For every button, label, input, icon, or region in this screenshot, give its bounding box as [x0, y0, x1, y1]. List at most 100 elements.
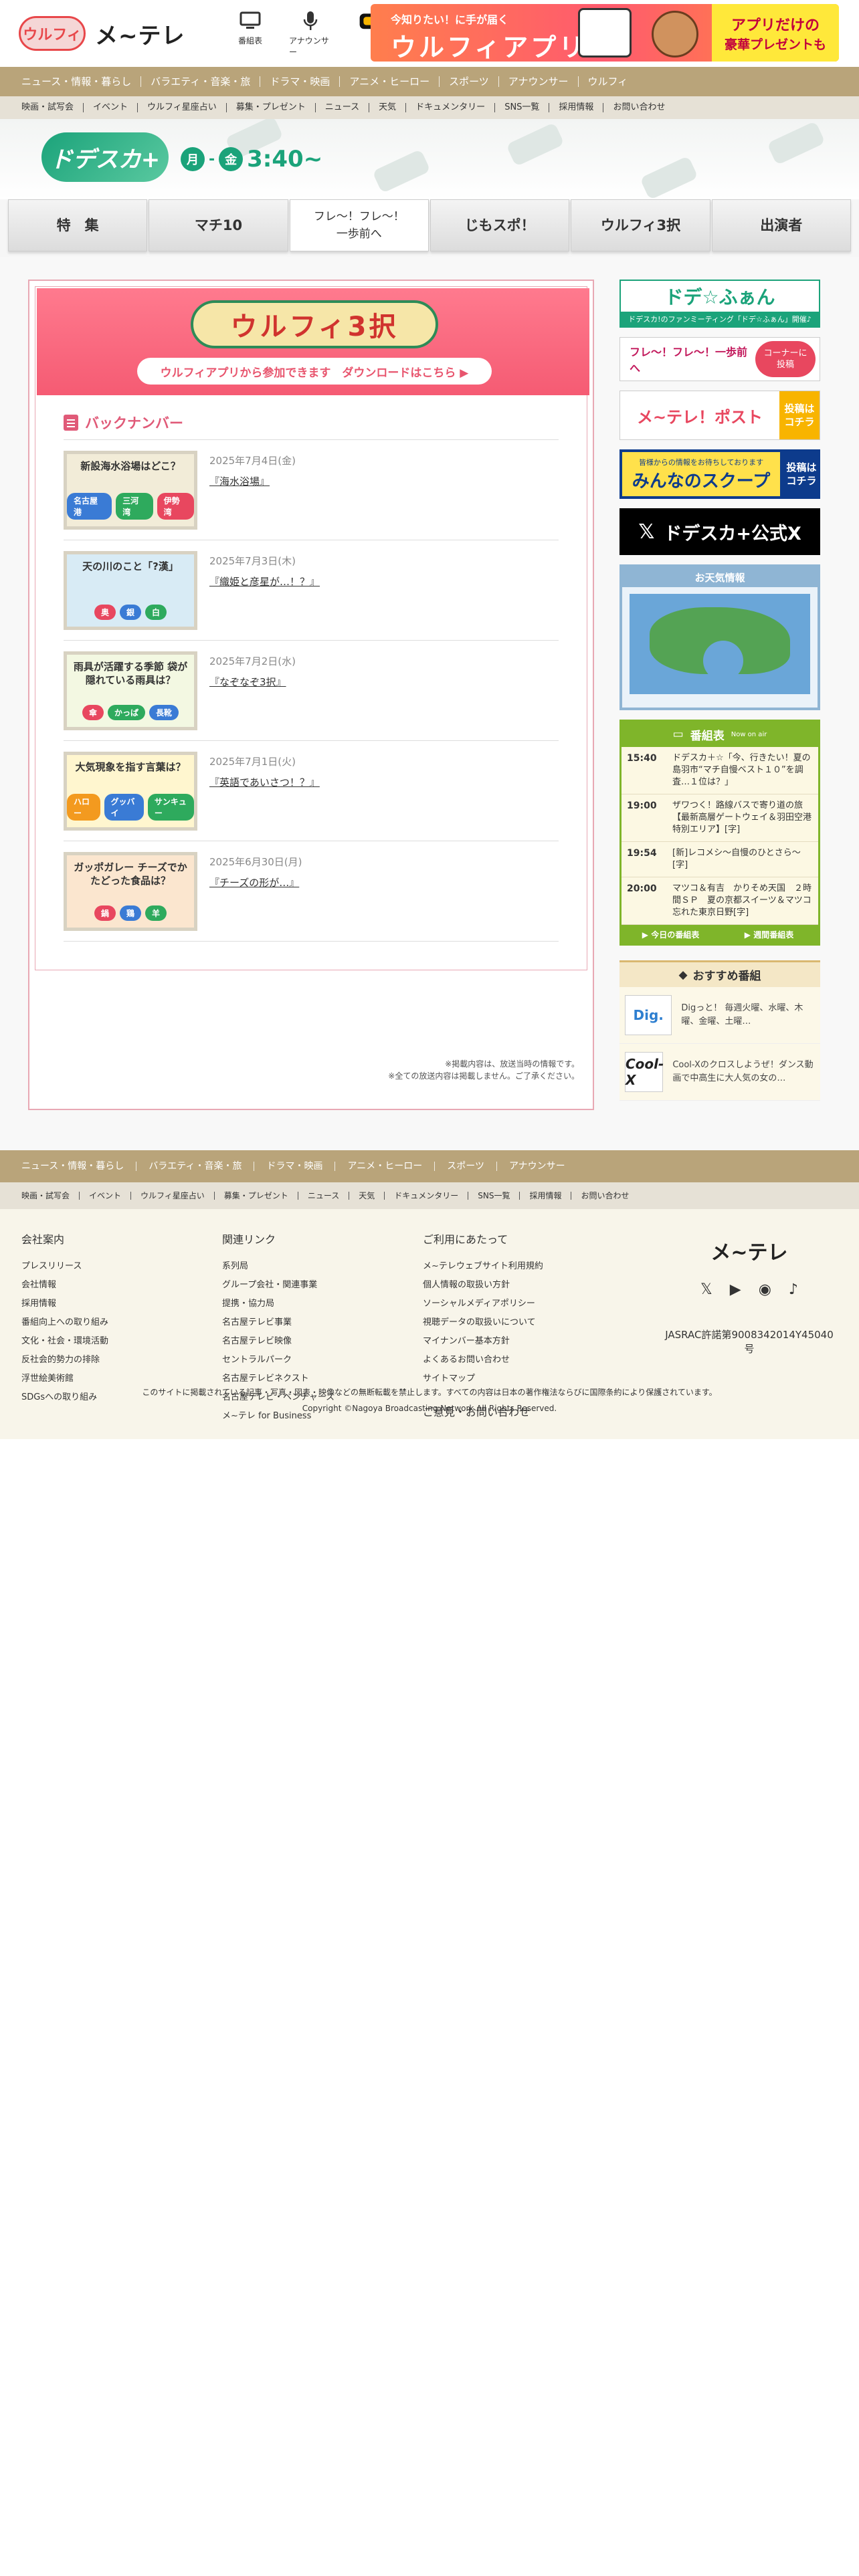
backnumber-title-link[interactable]: 『織姫と彦星が…！？』	[209, 574, 320, 588]
footer-link[interactable]: 個人情報の取扱い方針	[423, 1276, 624, 1295]
youtube-icon[interactable]: ▶	[730, 1281, 741, 1298]
program-logo[interactable]: ドデスカ+	[41, 132, 169, 182]
footer-link[interactable]: メ~テレウェブサイト利用規約	[423, 1257, 624, 1276]
backnumber-item[interactable]: 天の川のこと「?漢」奥銀白 2025年7月3日(木) 『織姫と彦星が…！？』	[64, 540, 559, 641]
nav-item-sports[interactable]: スポーツ	[440, 76, 499, 87]
footer-link[interactable]: よくあるお問い合わせ	[423, 1351, 624, 1370]
footer-subnav-item[interactable]: ニュース	[298, 1192, 350, 1200]
footer-link[interactable]: 提携・協力局	[222, 1295, 423, 1313]
backnumber-title-link[interactable]: 『チーズの形が…』	[209, 875, 302, 889]
nav-item-variety[interactable]: バラエティ・音楽・旅	[141, 76, 261, 87]
tab-fure-fure[interactable]: フレ～！フレ～！ 一歩前へ	[289, 199, 429, 251]
x-account-banner[interactable]: 𝕏 ドデスカ+公式X	[619, 508, 820, 555]
footer-link[interactable]: グループ会社・関連事業	[222, 1276, 423, 1295]
footer-link[interactable]: 採用情報	[21, 1295, 222, 1313]
announcer-link[interactable]: アナウンサー	[289, 9, 332, 58]
backnumber-thumbnail[interactable]: 新設海水浴場はどこ？ 名古屋港 三河湾 伊勢湾	[64, 451, 197, 530]
download-cta[interactable]: ウルフィアプリから参加できます ダウンロードはこちら ▶	[137, 358, 492, 385]
subnav-item-sns[interactable]: SNS一覧	[495, 103, 550, 112]
footer-link[interactable]: マイナンバー基本方針	[423, 1332, 624, 1351]
footer-subnav-item[interactable]: 天気	[349, 1192, 385, 1200]
subnav-item-event[interactable]: イベント	[84, 103, 138, 112]
footer-link[interactable]: セントラルパーク	[222, 1351, 423, 1370]
schedule-row[interactable]: 19:00 ザワつく！路線バスで寄り道の旅【最新高層ゲートウェイ＆羽田空港 特別エ…	[622, 794, 818, 842]
footer-nav-item[interactable]: バラエティ・音楽・旅	[136, 1162, 255, 1171]
recommend-item[interactable]: Cool-X Cool-Xのクロスしようぜ！ダンス動画で中高生に大人気の女の…	[619, 1044, 820, 1101]
footer-link[interactable]: 名古屋テレビ事業	[222, 1313, 423, 1332]
backnumber-item[interactable]: 大気現象を指す言葉は？ ハロー グッバイ サンキュー 2025年7月1日(火) 『英語であ…	[64, 741, 559, 841]
footer-subnav-item[interactable]: ウルフィ星座占い	[131, 1192, 215, 1200]
site-logo[interactable]: ウルフィ メ~テレ	[19, 16, 213, 51]
backnumber-title-link[interactable]: 『海水浴場』	[209, 474, 296, 488]
subnav-item-horoscope[interactable]: ウルフィ星座占い	[138, 103, 227, 112]
recommend-text: Digっと！ 毎週火曜、水曜、木曜、金曜、土曜…	[681, 1003, 803, 1027]
backnumber-thumbnail[interactable]: 雨具が活躍する季節 袋が隠れている雨具は？ 傘かっぱ 長靴	[64, 651, 197, 730]
line-icon[interactable]: ◉	[759, 1281, 771, 1298]
backnumber-item[interactable]: 新設海水浴場はどこ？ 名古屋港 三河湾 伊勢湾 2025年7月4日(金) 『海水浴場』	[64, 440, 559, 540]
subnav-item-documentary[interactable]: ドキュメンタリー	[406, 103, 496, 112]
recommend-item[interactable]: Dig. Digっと！ 毎週火曜、水曜、木曜、金曜、土曜…	[619, 987, 820, 1044]
backnumber-item[interactable]: ガッポガレー チーズでかたどった食品は？ 鍋鶏羊 2025年6月30日(月) 『チーズ…	[64, 841, 559, 942]
subnav-item-contact[interactable]: お問い合わせ	[603, 103, 674, 112]
nav-item-drama[interactable]: ドラマ・映画	[260, 76, 341, 87]
footer-link[interactable]: 反社会的勢力の排除	[21, 1351, 222, 1370]
tiktok-icon[interactable]: ♪	[789, 1281, 798, 1298]
footer-subnav-item[interactable]: ドキュメンタリー	[385, 1192, 469, 1200]
footer-nav-item[interactable]: アニメ・ヒーロー	[335, 1162, 436, 1171]
subnav-item-movie[interactable]: 映画・試写会	[21, 103, 84, 112]
dodesu-fan-banner[interactable]: ドデ☆ふぁん ドデスカ!のファンミーティング「ドデ☆ふぁん」開催♪	[619, 280, 820, 328]
footer-link[interactable]: ソーシャルメディアポリシー	[423, 1295, 624, 1313]
footer-subnav-item[interactable]: 映画・試写会	[21, 1192, 80, 1200]
footer-subnav-item[interactable]: イベント	[80, 1192, 132, 1200]
footer-link[interactable]: 視聴データの取扱いについて	[423, 1313, 624, 1332]
minna-scoop-banner[interactable]: 皆様からの情報をお待ちしております みんなのスクープ 投稿は コチラ	[619, 449, 820, 499]
app-banner[interactable]: 今知りたい！に手が届く ウルフィアプリ アプリだけの 豪華プレゼントも	[371, 4, 839, 62]
subnav-item-news[interactable]: ニュース	[316, 103, 370, 112]
weather-widget[interactable]: お天気情報	[619, 564, 820, 710]
nav-item-anime[interactable]: アニメ・ヒーロー	[340, 76, 440, 87]
footer-link[interactable]: 系列局	[222, 1257, 423, 1276]
tab-jimosupo[interactable]: じもスポ！	[430, 199, 570, 251]
nav-item-announcer[interactable]: アナウンサー	[499, 76, 579, 87]
tab-wolfy-3choice[interactable]: ウルフィ3択	[571, 199, 710, 251]
footer-link[interactable]: プレスリリース	[21, 1257, 222, 1276]
tab-cast[interactable]: 出演者	[711, 199, 851, 251]
today-schedule-link[interactable]: ▶ 今日の番組表	[622, 925, 720, 944]
backnumber-thumbnail[interactable]: 大気現象を指す言葉は？ ハロー グッバイ サンキュー	[64, 752, 197, 831]
footer-link[interactable]: 名古屋テレビ映像	[222, 1332, 423, 1351]
wolfy-3choice-banner[interactable]: ウルフィ3択 ウルフィアプリから参加できます ダウンロードはこちら ▶	[37, 288, 589, 395]
footer-link[interactable]: 文化・社会・環境活動	[21, 1332, 222, 1351]
footer-nav-item[interactable]: ニュース・情報・暮らし	[21, 1162, 137, 1171]
footer-subnav-item[interactable]: SNS一覧	[468, 1192, 520, 1200]
schedule-row[interactable]: 20:00 マツコ＆有吉 かりそめ天国 ２時間ＳＰ 夏の京都スイーツ＆マツコ忘れた…	[622, 877, 818, 925]
tab-machi10[interactable]: マチ10	[149, 199, 288, 251]
footer-subnav-item[interactable]: 募集・プレゼント	[215, 1192, 298, 1200]
subnav-item-weather[interactable]: 天気	[369, 103, 407, 112]
footer-link[interactable]: 会社情報	[21, 1276, 222, 1295]
weekly-schedule-link[interactable]: ▶ 週間番組表	[720, 925, 818, 944]
backnumber-thumbnail[interactable]: 天の川のこと「?漢」奥銀白	[64, 551, 197, 630]
nav-item-news[interactable]: ニュース・情報・暮らし	[21, 76, 142, 87]
backnumber-title-link[interactable]: 『英語であいさつ！？』	[209, 775, 320, 789]
program-guide-link[interactable]: 番組表	[229, 9, 272, 58]
schedule-row[interactable]: 15:40 ドデスカ＋☆「今、行きたい！夏の島羽市“マチ自慢ベスト１０”を調査…１…	[622, 747, 818, 794]
page-blank-area	[0, 1439, 859, 2504]
backnumber-thumbnail[interactable]: ガッポガレー チーズでかたどった食品は？ 鍋鶏羊	[64, 852, 197, 931]
footer-subnav-item[interactable]: お問い合わせ	[571, 1192, 638, 1200]
footer-nav-item[interactable]: アナウンサー	[497, 1162, 577, 1171]
subnav-item-present[interactable]: 募集・プレゼント	[227, 103, 316, 112]
nav-item-wolfy[interactable]: ウルフィ	[579, 76, 638, 87]
fure-fure-banner[interactable]: フレ～！フレ～！一歩前へ コーナーに 投稿	[619, 337, 820, 381]
footer-subnav-item[interactable]: 採用情報	[520, 1192, 572, 1200]
tab-feature[interactable]: 特 集	[8, 199, 148, 251]
footer-nav-item[interactable]: スポーツ	[435, 1162, 497, 1171]
x-icon[interactable]: 𝕏	[700, 1281, 712, 1298]
footer-link[interactable]: 番組向上への取り組み	[21, 1313, 222, 1332]
backnumber-item[interactable]: 雨具が活躍する季節 袋が隠れている雨具は？ 傘かっぱ 長靴 2025年7月2日(水) 『…	[64, 641, 559, 741]
schedule-row[interactable]: 19:54 [新]レコメシ～自慢のひとさら～[字]	[622, 842, 818, 877]
subnav-item-recruit[interactable]: 採用情報	[549, 103, 604, 112]
footer-logo[interactable]: メ~テレ	[662, 1236, 836, 1265]
footer-nav-item[interactable]: ドラマ・映画	[254, 1162, 336, 1171]
mete-post-banner[interactable]: メ~テレ！ポスト 投稿は コチラ	[619, 391, 820, 440]
backnumber-title-link[interactable]: 『なぞなぞ3択』	[209, 675, 296, 689]
